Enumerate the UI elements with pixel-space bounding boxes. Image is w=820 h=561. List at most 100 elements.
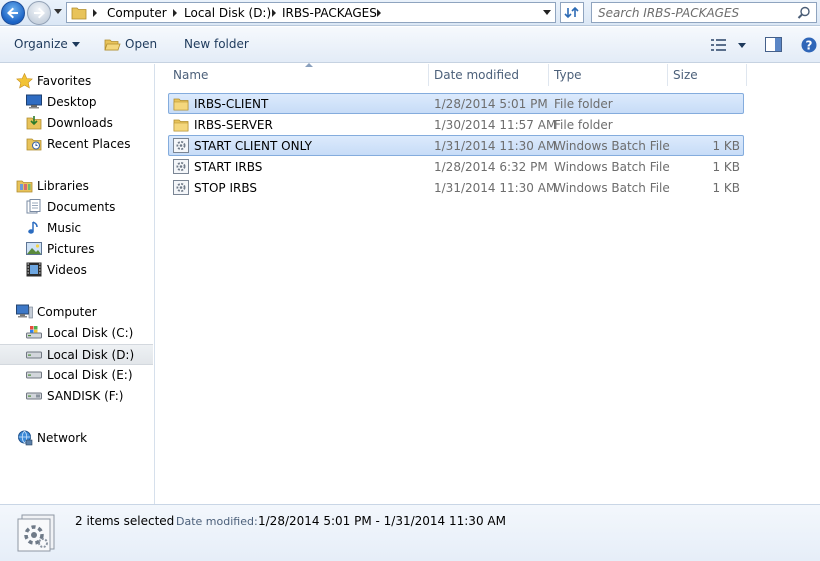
nav-label: Favorites bbox=[37, 74, 92, 88]
nav-label: Downloads bbox=[47, 116, 113, 130]
nav-label: Libraries bbox=[37, 179, 89, 193]
nav-item-music[interactable]: Music bbox=[0, 218, 153, 239]
file-name: IRBS-SERVER bbox=[194, 118, 273, 132]
search-box[interactable] bbox=[591, 2, 817, 23]
column-header-label: Name bbox=[173, 68, 209, 82]
nav-item-local-disk-d[interactable]: Local Disk (D:) bbox=[0, 344, 153, 365]
details-pane: 2 items selected Date modified: 1/28/201… bbox=[0, 504, 820, 561]
back-arrow-icon bbox=[7, 7, 18, 19]
nav-favorites[interactable]: Favorites bbox=[0, 71, 153, 92]
batch-file-icon bbox=[173, 159, 189, 174]
view-dropdown-icon[interactable] bbox=[738, 43, 746, 48]
file-size: 1 KB bbox=[712, 139, 740, 153]
forward-arrow-icon bbox=[34, 7, 45, 19]
date-modified-value: 1/28/2014 5:01 PM - 1/31/2014 11:30 AM bbox=[258, 514, 506, 528]
address-history-dropdown[interactable] bbox=[543, 10, 551, 15]
batch-file-icon bbox=[173, 138, 189, 153]
nav-item-pictures[interactable]: Pictures bbox=[0, 239, 153, 260]
nav-item-videos[interactable]: Videos bbox=[0, 260, 153, 281]
desktop-icon bbox=[26, 94, 42, 109]
file-row[interactable]: START CLIENT ONLY 1/31/2014 11:30 AM Win… bbox=[168, 135, 744, 156]
file-size: 1 KB bbox=[712, 181, 740, 195]
forward-button[interactable] bbox=[27, 1, 51, 25]
breadcrumb-arrow-icon[interactable] bbox=[173, 9, 177, 17]
nav-label: Local Disk (E:) bbox=[47, 368, 133, 382]
refresh-button[interactable] bbox=[560, 2, 584, 23]
preview-pane-icon[interactable] bbox=[765, 37, 782, 52]
column-header-date[interactable]: Date modified bbox=[429, 64, 548, 86]
selection-thumbnail-icon bbox=[17, 514, 55, 552]
file-date: 1/31/2014 11:30 AM bbox=[434, 181, 557, 195]
column-header-size[interactable]: Size bbox=[668, 64, 746, 86]
file-date: 1/28/2014 6:32 PM bbox=[434, 160, 548, 174]
view-options-icon[interactable] bbox=[711, 39, 727, 51]
breadcrumb-arrow-icon[interactable] bbox=[377, 9, 381, 17]
address-bar[interactable]: Computer Local Disk (D:) IRBS-PACKAGES bbox=[66, 2, 556, 23]
sort-ascending-icon bbox=[305, 63, 313, 67]
libraries-icon bbox=[16, 180, 33, 193]
nav-item-local-disk-c[interactable]: Local Disk (C:) bbox=[0, 323, 153, 344]
system-drive-icon bbox=[26, 326, 42, 339]
breadcrumb-irbs-packages[interactable]: IRBS-PACKAGES bbox=[282, 5, 377, 21]
recent-places-icon bbox=[26, 138, 42, 151]
videos-icon bbox=[26, 262, 42, 277]
file-row[interactable]: IRBS-SERVER 1/30/2014 11:57 AM File fold… bbox=[168, 114, 744, 135]
file-date: 1/28/2014 5:01 PM bbox=[434, 97, 548, 111]
file-date: 1/31/2014 11:30 AM bbox=[434, 139, 557, 153]
nav-label: Computer bbox=[37, 305, 97, 319]
recent-pages-dropdown[interactable] bbox=[54, 9, 62, 14]
nav-item-documents[interactable]: Documents bbox=[0, 197, 153, 218]
new-folder-button[interactable]: New folder bbox=[184, 37, 249, 51]
nav-label: Network bbox=[37, 431, 88, 445]
open-folder-icon bbox=[104, 39, 121, 51]
chevron-down-icon bbox=[71, 42, 80, 47]
pictures-icon bbox=[26, 242, 42, 255]
nav-label: Desktop bbox=[47, 95, 97, 109]
navigation-pane: Favorites Desktop Downloads Recent Place… bbox=[0, 64, 155, 504]
nav-network[interactable]: Network bbox=[0, 428, 153, 449]
column-header-name[interactable]: Name bbox=[168, 63, 428, 86]
nav-computer[interactable]: Computer bbox=[0, 302, 153, 323]
file-type: File folder bbox=[554, 118, 613, 132]
documents-icon bbox=[26, 199, 41, 214]
file-type: File folder bbox=[554, 97, 613, 111]
nav-libraries[interactable]: Libraries bbox=[0, 176, 153, 197]
nav-item-recent-places[interactable]: Recent Places bbox=[0, 134, 153, 155]
file-row[interactable]: IRBS-CLIENT 1/28/2014 5:01 PM File folde… bbox=[168, 93, 744, 114]
nav-item-local-disk-e[interactable]: Local Disk (E:) bbox=[0, 365, 153, 386]
folder-icon bbox=[173, 98, 189, 111]
file-name: START CLIENT ONLY bbox=[194, 139, 312, 153]
nav-label: Pictures bbox=[47, 242, 95, 256]
nav-item-desktop[interactable]: Desktop bbox=[0, 92, 153, 113]
column-header-label: Type bbox=[554, 68, 582, 82]
file-name: IRBS-CLIENT bbox=[194, 97, 269, 111]
batch-file-icon bbox=[173, 180, 189, 195]
help-icon[interactable]: ? bbox=[801, 37, 817, 53]
search-input[interactable] bbox=[598, 4, 788, 21]
column-divider[interactable] bbox=[746, 64, 747, 86]
search-icon[interactable] bbox=[797, 6, 811, 20]
column-header-type[interactable]: Type bbox=[549, 64, 667, 86]
downloads-icon bbox=[26, 116, 42, 130]
svg-text:?: ? bbox=[806, 39, 813, 53]
organize-button[interactable]: Organize bbox=[14, 37, 80, 51]
command-toolbar: Organize Open New folder ? bbox=[0, 27, 820, 63]
breadcrumb-arrow-icon[interactable] bbox=[93, 9, 97, 17]
file-type: Windows Batch File bbox=[554, 160, 670, 174]
back-button[interactable] bbox=[1, 1, 25, 25]
folder-icon bbox=[71, 7, 87, 20]
nav-label: Local Disk (D:) bbox=[47, 348, 135, 362]
nav-item-downloads[interactable]: Downloads bbox=[0, 113, 153, 134]
file-row[interactable]: START IRBS 1/28/2014 6:32 PM Windows Bat… bbox=[168, 156, 744, 177]
selection-count: 2 items selected bbox=[75, 514, 175, 528]
file-type: Windows Batch File bbox=[554, 181, 670, 195]
file-row[interactable]: STOP IRBS 1/31/2014 11:30 AM Windows Bat… bbox=[168, 177, 744, 198]
breadcrumb-local-disk-d[interactable]: Local Disk (D:) bbox=[184, 5, 271, 21]
open-button[interactable]: Open bbox=[125, 37, 157, 51]
drive-icon bbox=[26, 351, 42, 359]
music-icon bbox=[28, 221, 38, 234]
breadcrumb-arrow-icon[interactable] bbox=[272, 9, 276, 17]
nav-item-sandisk-f[interactable]: SANDISK (F:) bbox=[0, 386, 153, 407]
network-icon bbox=[18, 430, 33, 446]
breadcrumb-computer[interactable]: Computer bbox=[107, 5, 167, 21]
